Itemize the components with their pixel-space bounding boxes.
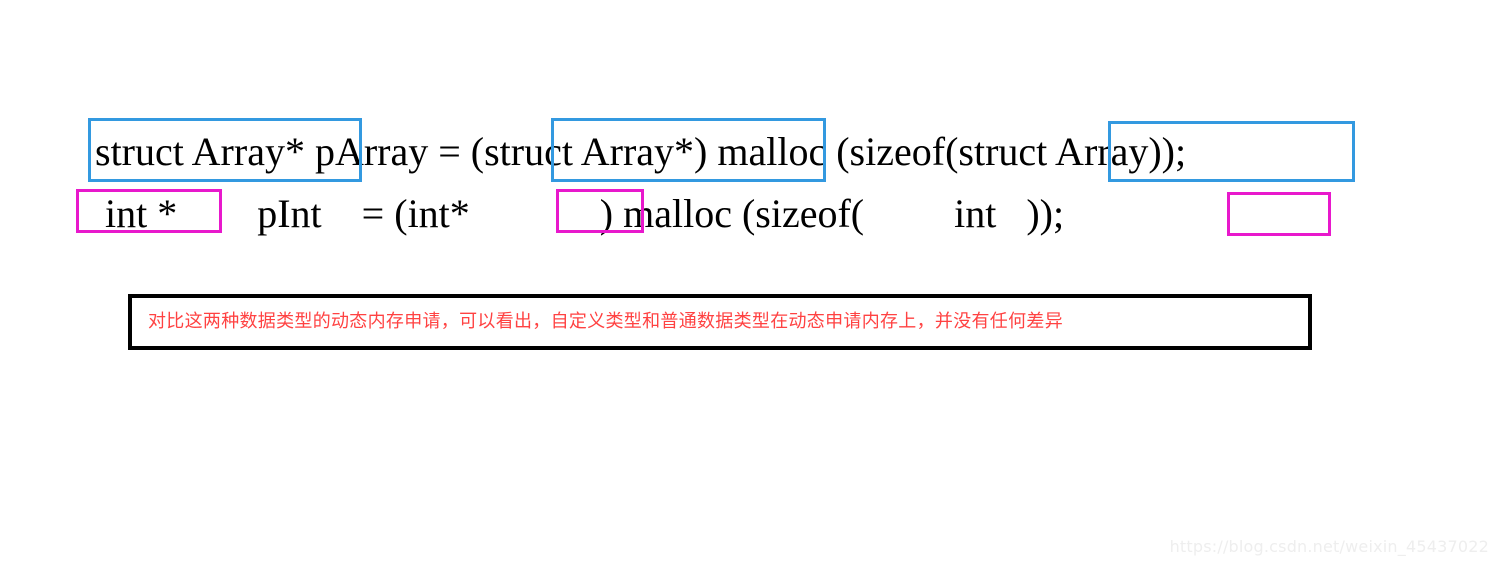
code-seg-gap-1 [305, 129, 315, 174]
code-line-struct-array: struct Array* pArray = (struct Array*) m… [95, 128, 1186, 175]
code-seg-int-paren-open: ( [394, 191, 408, 236]
code-seg-gap-3 [470, 191, 600, 236]
code-seg-struct-sizeof-arg: struct Array [958, 129, 1149, 174]
code-seg-int-cast: int* [407, 191, 470, 236]
code-seg-gap-5 [1006, 191, 1026, 236]
code-seg-int-sizeof-arg: int [944, 191, 1007, 236]
code-seg-gap-2 [197, 191, 257, 236]
note-callout-box: 对比这两种数据类型的动态内存申请，可以看出，自定义类型和普通数据类型在动态申请内… [128, 294, 1312, 350]
note-callout-text: 对比这两种数据类型的动态内存申请，可以看出，自定义类型和普通数据类型在动态申请内… [148, 311, 1063, 332]
code-seg-int-malloc-sizeof: ) malloc (sizeof( [599, 191, 865, 236]
code-seg-struct-malloc-sizeof: malloc (sizeof( [707, 129, 959, 174]
slide-canvas: struct Array* pArray = (struct Array*) m… [0, 0, 1497, 564]
code-seg-struct-cast: (struct Array*) [470, 129, 708, 174]
code-seg-int-tail: )); [1026, 191, 1065, 236]
watermark-url: https://blog.csdn.net/weixin_45437022 [1169, 537, 1489, 556]
code-seg-int-decl-type: int * [95, 191, 198, 236]
code-line-int: int * pInt = (int* ) malloc (sizeof( int… [95, 190, 1064, 237]
code-seg-int-variable: pInt = [257, 191, 395, 236]
highlight-box-int-sizeof-arg [1227, 192, 1331, 236]
code-seg-struct-tail: )); [1148, 129, 1187, 174]
code-seg-struct-decl-type: struct Array* [95, 129, 305, 174]
code-seg-struct-variable: pArray = [314, 129, 471, 174]
code-seg-gap-4 [864, 191, 944, 236]
